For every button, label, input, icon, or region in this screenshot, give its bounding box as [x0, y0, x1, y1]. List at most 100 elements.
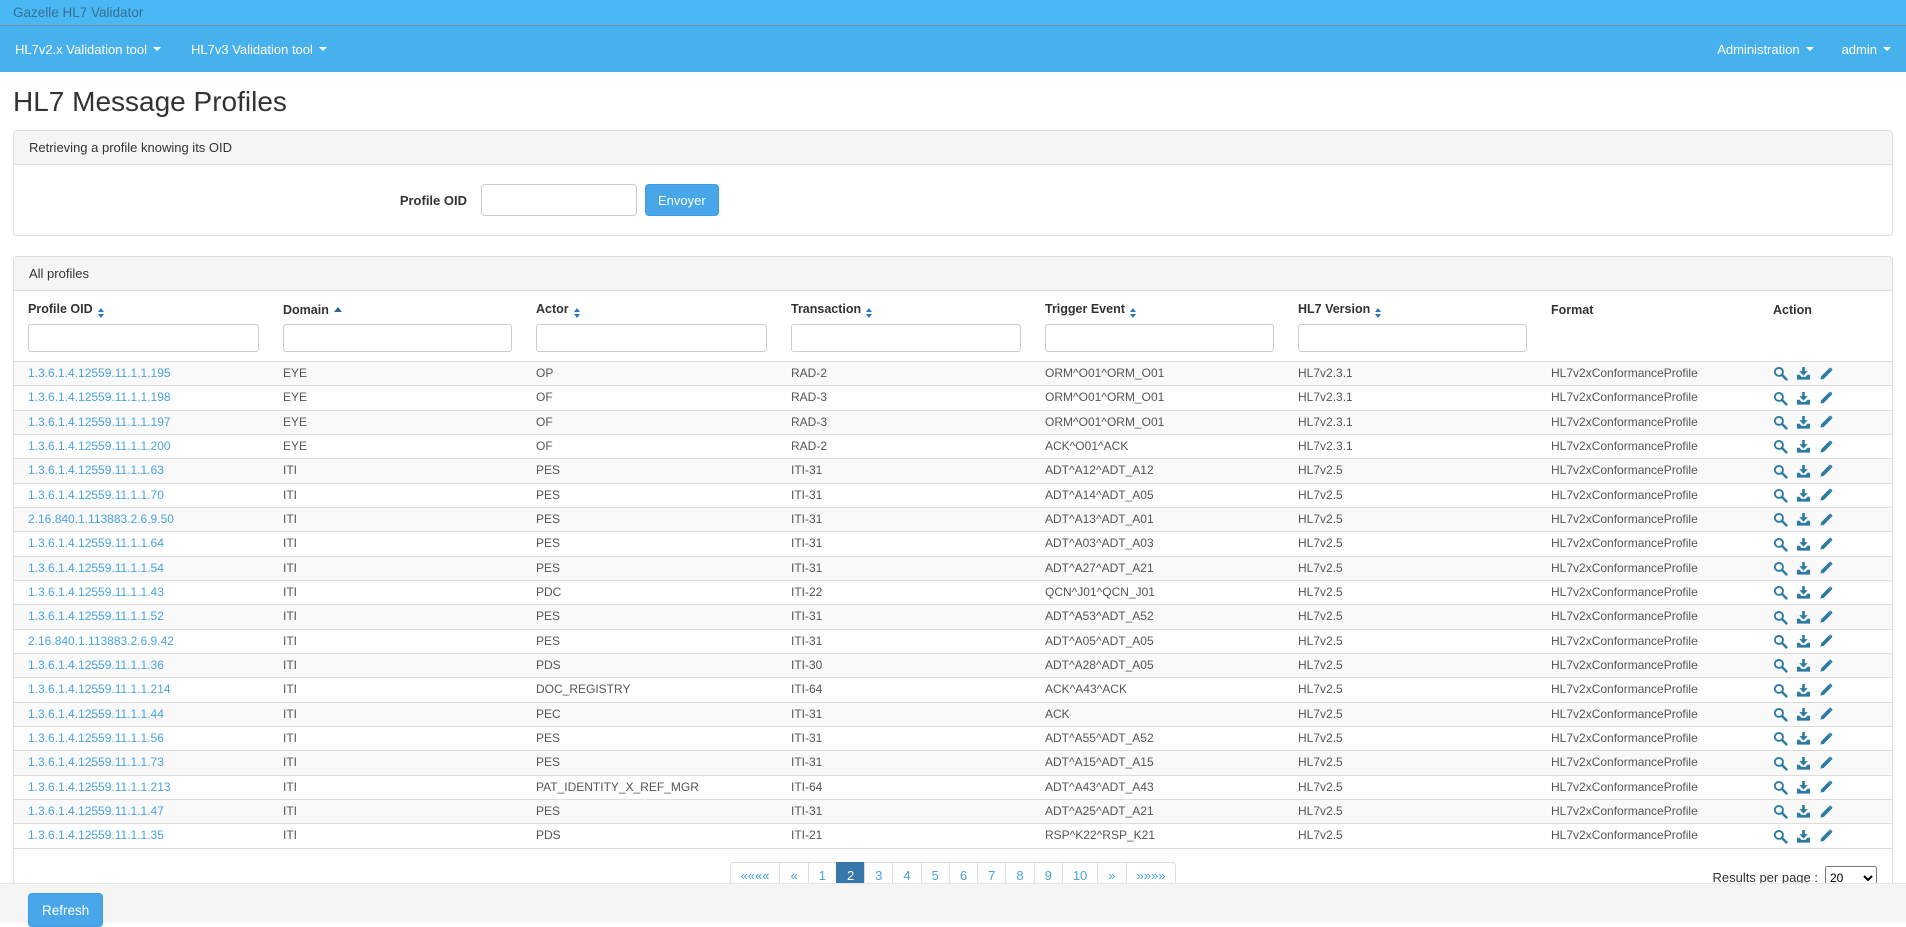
edit-icon[interactable]: [1819, 683, 1833, 697]
menu-administration[interactable]: Administration: [1717, 42, 1813, 57]
search-icon[interactable]: [1773, 537, 1788, 552]
profile-oid-link[interactable]: 1.3.6.1.4.12559.11.1.1.73: [28, 755, 164, 769]
download-icon[interactable]: [1796, 683, 1811, 698]
edit-icon[interactable]: [1819, 440, 1833, 454]
download-icon[interactable]: [1796, 658, 1811, 673]
profile-oid-link[interactable]: 1.3.6.1.4.12559.11.1.1.47: [28, 804, 164, 818]
edit-icon[interactable]: [1819, 513, 1833, 527]
edit-icon[interactable]: [1819, 659, 1833, 673]
column-header-hl7-version[interactable]: HL7 Version: [1284, 291, 1537, 321]
search-icon[interactable]: [1773, 415, 1788, 430]
column-header-profile-oid[interactable]: Profile OID: [14, 291, 269, 321]
download-icon[interactable]: [1796, 756, 1811, 771]
sort-icon[interactable]: [1130, 308, 1136, 318]
filter-input-transaction[interactable]: [791, 324, 1021, 352]
download-icon[interactable]: [1796, 415, 1811, 430]
profile-oid-link[interactable]: 1.3.6.1.4.12559.11.1.1.54: [28, 561, 164, 575]
menu-hl7v3-validation-tool[interactable]: HL7v3 Validation tool: [191, 42, 327, 57]
download-icon[interactable]: [1796, 512, 1811, 527]
download-icon[interactable]: [1796, 488, 1811, 503]
edit-icon[interactable]: [1819, 829, 1833, 843]
download-icon[interactable]: [1796, 780, 1811, 795]
download-icon[interactable]: [1796, 464, 1811, 479]
profile-oid-link[interactable]: 1.3.6.1.4.12559.11.1.1.195: [28, 366, 171, 380]
filter-input-domain[interactable]: [283, 324, 512, 352]
profile-oid-link[interactable]: 1.3.6.1.4.12559.11.1.1.213: [28, 780, 171, 794]
edit-icon[interactable]: [1819, 756, 1833, 770]
download-icon[interactable]: [1796, 707, 1811, 722]
sort-icon[interactable]: [1375, 308, 1381, 318]
sort-icon[interactable]: [574, 308, 580, 318]
profile-oid-link[interactable]: 1.3.6.1.4.12559.11.1.1.214: [28, 682, 171, 696]
search-icon[interactable]: [1773, 658, 1788, 673]
menu-hl7v2x-validation-tool[interactable]: HL7v2.x Validation tool: [15, 42, 161, 57]
column-header-transaction[interactable]: Transaction: [777, 291, 1031, 321]
edit-icon[interactable]: [1819, 391, 1833, 405]
search-icon[interactable]: [1773, 829, 1788, 844]
filter-input-profile-oid[interactable]: [28, 324, 259, 352]
search-icon[interactable]: [1773, 634, 1788, 649]
edit-icon[interactable]: [1819, 586, 1833, 600]
filter-input-actor[interactable]: [536, 324, 767, 352]
search-icon[interactable]: [1773, 804, 1788, 819]
profile-oid-link[interactable]: 2.16.840.1.113883.2.6.9.50: [28, 512, 174, 526]
envoyer-button[interactable]: Envoyer: [645, 184, 719, 216]
search-icon[interactable]: [1773, 731, 1788, 746]
search-icon[interactable]: [1773, 683, 1788, 698]
search-icon[interactable]: [1773, 585, 1788, 600]
profile-oid-link[interactable]: 1.3.6.1.4.12559.11.1.1.43: [28, 585, 164, 599]
search-icon[interactable]: [1773, 780, 1788, 795]
edit-icon[interactable]: [1819, 634, 1833, 648]
edit-icon[interactable]: [1819, 488, 1833, 502]
profile-oid-link[interactable]: 1.3.6.1.4.12559.11.1.1.200: [28, 439, 171, 453]
profile-oid-link[interactable]: 2.16.840.1.113883.2.6.9.42: [28, 634, 174, 648]
sort-icon[interactable]: [866, 308, 872, 318]
search-icon[interactable]: [1773, 512, 1788, 527]
search-icon[interactable]: [1773, 366, 1788, 381]
profile-oid-link[interactable]: 1.3.6.1.4.12559.11.1.1.197: [28, 415, 171, 429]
filter-input-hl7-version[interactable]: [1298, 324, 1527, 352]
download-icon[interactable]: [1796, 610, 1811, 625]
search-icon[interactable]: [1773, 707, 1788, 722]
column-header-domain[interactable]: Domain: [269, 291, 522, 321]
filter-input-trigger-event[interactable]: [1045, 324, 1274, 352]
profile-oid-link[interactable]: 1.3.6.1.4.12559.11.1.1.44: [28, 707, 164, 721]
menu-admin-user[interactable]: admin: [1842, 42, 1891, 57]
profile-oid-link[interactable]: 1.3.6.1.4.12559.11.1.1.198: [28, 390, 171, 404]
edit-icon[interactable]: [1819, 610, 1833, 624]
sort-icon[interactable]: [98, 308, 104, 318]
download-icon[interactable]: [1796, 804, 1811, 819]
profile-oid-link[interactable]: 1.3.6.1.4.12559.11.1.1.70: [28, 488, 164, 502]
profile-oid-link[interactable]: 1.3.6.1.4.12559.11.1.1.64: [28, 536, 164, 550]
sort-asc-icon[interactable]: [334, 307, 342, 312]
edit-icon[interactable]: [1819, 537, 1833, 551]
download-icon[interactable]: [1796, 366, 1811, 381]
download-icon[interactable]: [1796, 561, 1811, 576]
edit-icon[interactable]: [1819, 561, 1833, 575]
profile-oid-link[interactable]: 1.3.6.1.4.12559.11.1.1.36: [28, 658, 164, 672]
search-icon[interactable]: [1773, 610, 1788, 625]
search-icon[interactable]: [1773, 488, 1788, 503]
edit-icon[interactable]: [1819, 464, 1833, 478]
edit-icon[interactable]: [1819, 805, 1833, 819]
download-icon[interactable]: [1796, 537, 1811, 552]
search-icon[interactable]: [1773, 464, 1788, 479]
download-icon[interactable]: [1796, 439, 1811, 454]
search-icon[interactable]: [1773, 439, 1788, 454]
download-icon[interactable]: [1796, 731, 1811, 746]
profile-oid-input[interactable]: [481, 184, 637, 216]
column-header-trigger-event[interactable]: Trigger Event: [1031, 291, 1284, 321]
profile-oid-link[interactable]: 1.3.6.1.4.12559.11.1.1.56: [28, 731, 164, 745]
edit-icon[interactable]: [1819, 780, 1833, 794]
profile-oid-link[interactable]: 1.3.6.1.4.12559.11.1.1.52: [28, 609, 164, 623]
profile-oid-link[interactable]: 1.3.6.1.4.12559.11.1.1.63: [28, 463, 164, 477]
edit-icon[interactable]: [1819, 707, 1833, 721]
download-icon[interactable]: [1796, 634, 1811, 649]
search-icon[interactable]: [1773, 561, 1788, 576]
column-header-actor[interactable]: Actor: [522, 291, 777, 321]
edit-icon[interactable]: [1819, 367, 1833, 381]
download-icon[interactable]: [1796, 585, 1811, 600]
search-icon[interactable]: [1773, 756, 1788, 771]
download-icon[interactable]: [1796, 391, 1811, 406]
refresh-button[interactable]: Refresh: [28, 893, 103, 927]
